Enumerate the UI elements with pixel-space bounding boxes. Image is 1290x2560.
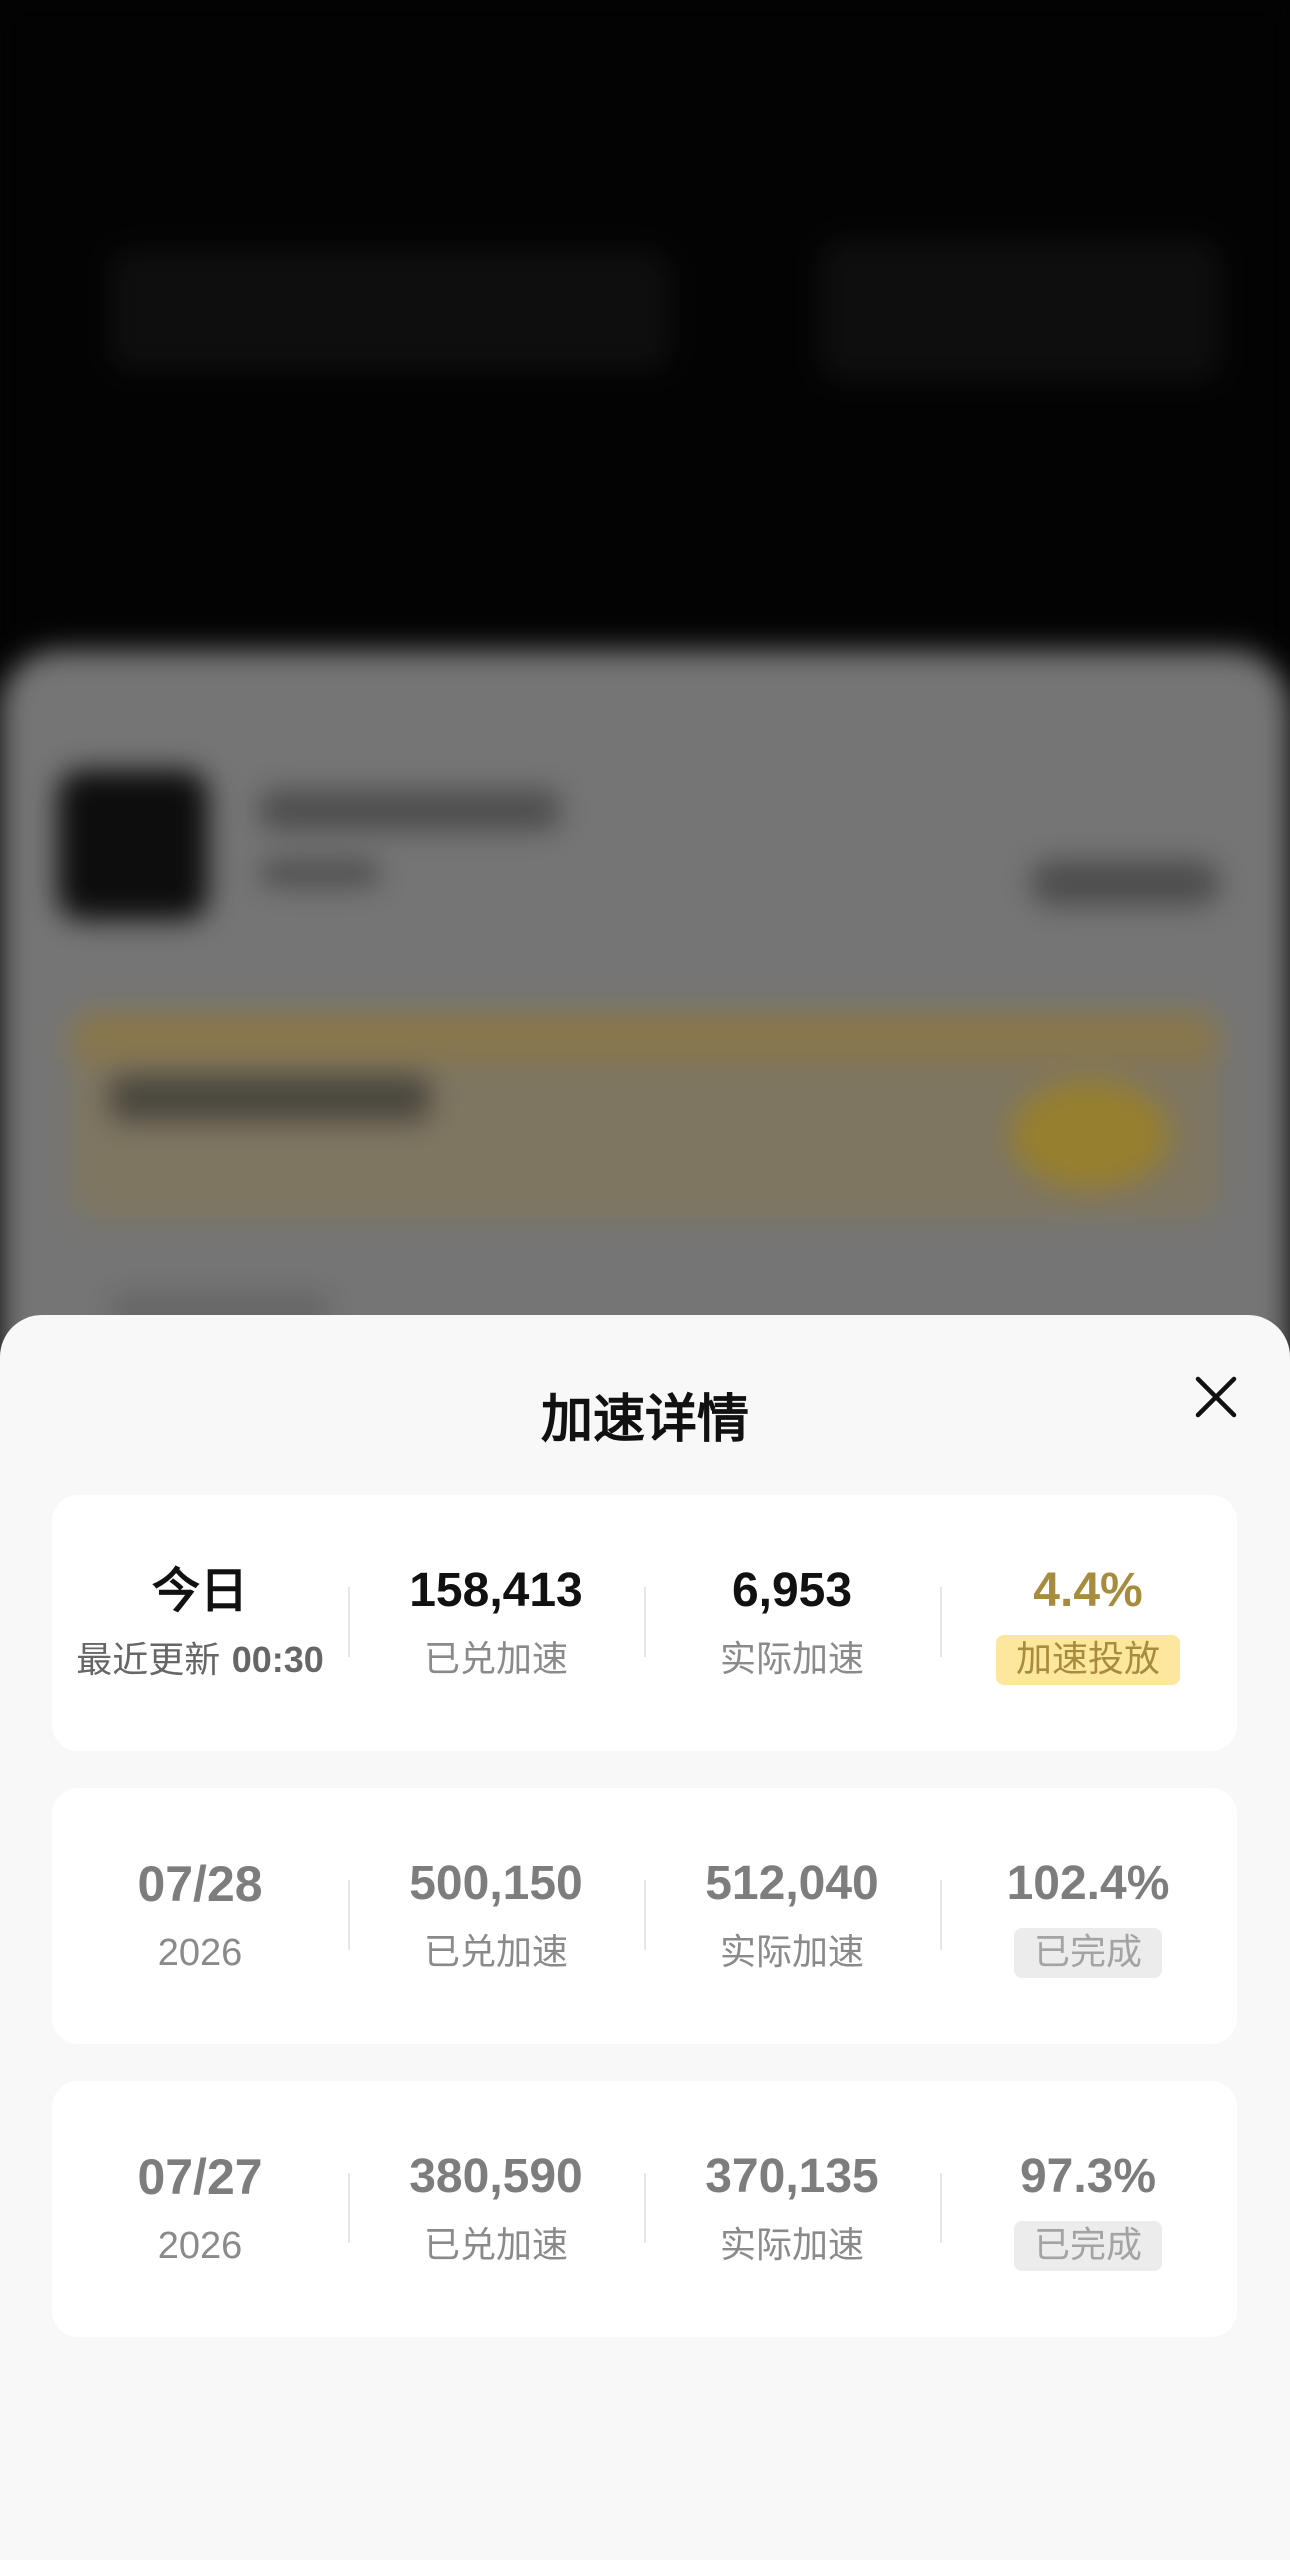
- status-badge: 已完成: [1013, 1928, 1162, 1978]
- close-button[interactable]: [1174, 1355, 1258, 1439]
- redeemed-value: 158,413: [409, 1564, 583, 1617]
- history-date: 07/28: [137, 1856, 263, 1912]
- actual-label: 实际加速: [719, 1932, 864, 1973]
- today-date-cell: 今日 最近更新 00:30: [52, 1495, 348, 1751]
- last-update: 最近更新 00:30: [76, 1638, 324, 1681]
- last-update-time: 00:30: [231, 1638, 324, 1680]
- percent-value: 97.3%: [1019, 2150, 1157, 2203]
- acceleration-detail-sheet: 加速详情 今日 最近更新 00:30 158,413 已兑加速 6,953 实际…: [0, 1315, 1290, 2560]
- actual-label: 实际加速: [719, 2225, 864, 2266]
- history-date-cell: 07/27 2026: [52, 2081, 348, 2337]
- history-redeemed-cell: 380,590 已兑加速: [348, 2081, 644, 2337]
- today-percent-cell: 4.4% 加速投放: [940, 1495, 1236, 1751]
- history-percent-cell: 97.3% 已完成: [940, 2081, 1236, 2337]
- actual-label: 实际加速: [719, 1639, 864, 1680]
- redeemed-label: 已兑加速: [423, 1639, 568, 1680]
- today-label: 今日: [151, 1562, 248, 1619]
- redeemed-value: 380,590: [409, 2150, 583, 2203]
- actual-value: 6,953: [731, 1564, 853, 1617]
- close-icon: [1195, 1376, 1237, 1418]
- today-redeemed-cell: 158,413 已兑加速: [348, 1495, 644, 1751]
- redeemed-label: 已兑加速: [423, 1932, 568, 1973]
- actual-value: 370,135: [705, 2150, 879, 2203]
- actual-value: 512,040: [705, 1857, 879, 1910]
- percent-value: 4.4%: [1033, 1564, 1143, 1617]
- sheet-title: 加速详情: [540, 1390, 749, 1450]
- history-percent-cell: 102.4% 已完成: [940, 1788, 1236, 2044]
- history-year: 2026: [157, 2225, 243, 2267]
- history-row: 07/28 2026 500,150 已兑加速 512,040 实际加速 102…: [52, 1788, 1237, 2044]
- history-actual-cell: 512,040 实际加速: [644, 1788, 940, 2044]
- status-badge: 已完成: [1013, 2221, 1162, 2271]
- percent-value: 102.4%: [1006, 1857, 1170, 1910]
- history-actual-cell: 370,135 实际加速: [644, 2081, 940, 2337]
- redeemed-value: 500,150: [409, 1857, 583, 1910]
- redeemed-label: 已兑加速: [423, 2225, 568, 2266]
- history-date-cell: 07/28 2026: [52, 1788, 348, 2044]
- today-row: 今日 最近更新 00:30 158,413 已兑加速 6,953 实际加速 4.…: [52, 1495, 1237, 1751]
- history-redeemed-cell: 500,150 已兑加速: [348, 1788, 644, 2044]
- history-date: 07/27: [137, 2149, 263, 2205]
- history-year: 2026: [157, 1932, 243, 1974]
- today-actual-cell: 6,953 实际加速: [644, 1495, 940, 1751]
- history-row: 07/27 2026 380,590 已兑加速 370,135 实际加速 97.…: [52, 2081, 1237, 2337]
- status-badge: 加速投放: [995, 1635, 1180, 1685]
